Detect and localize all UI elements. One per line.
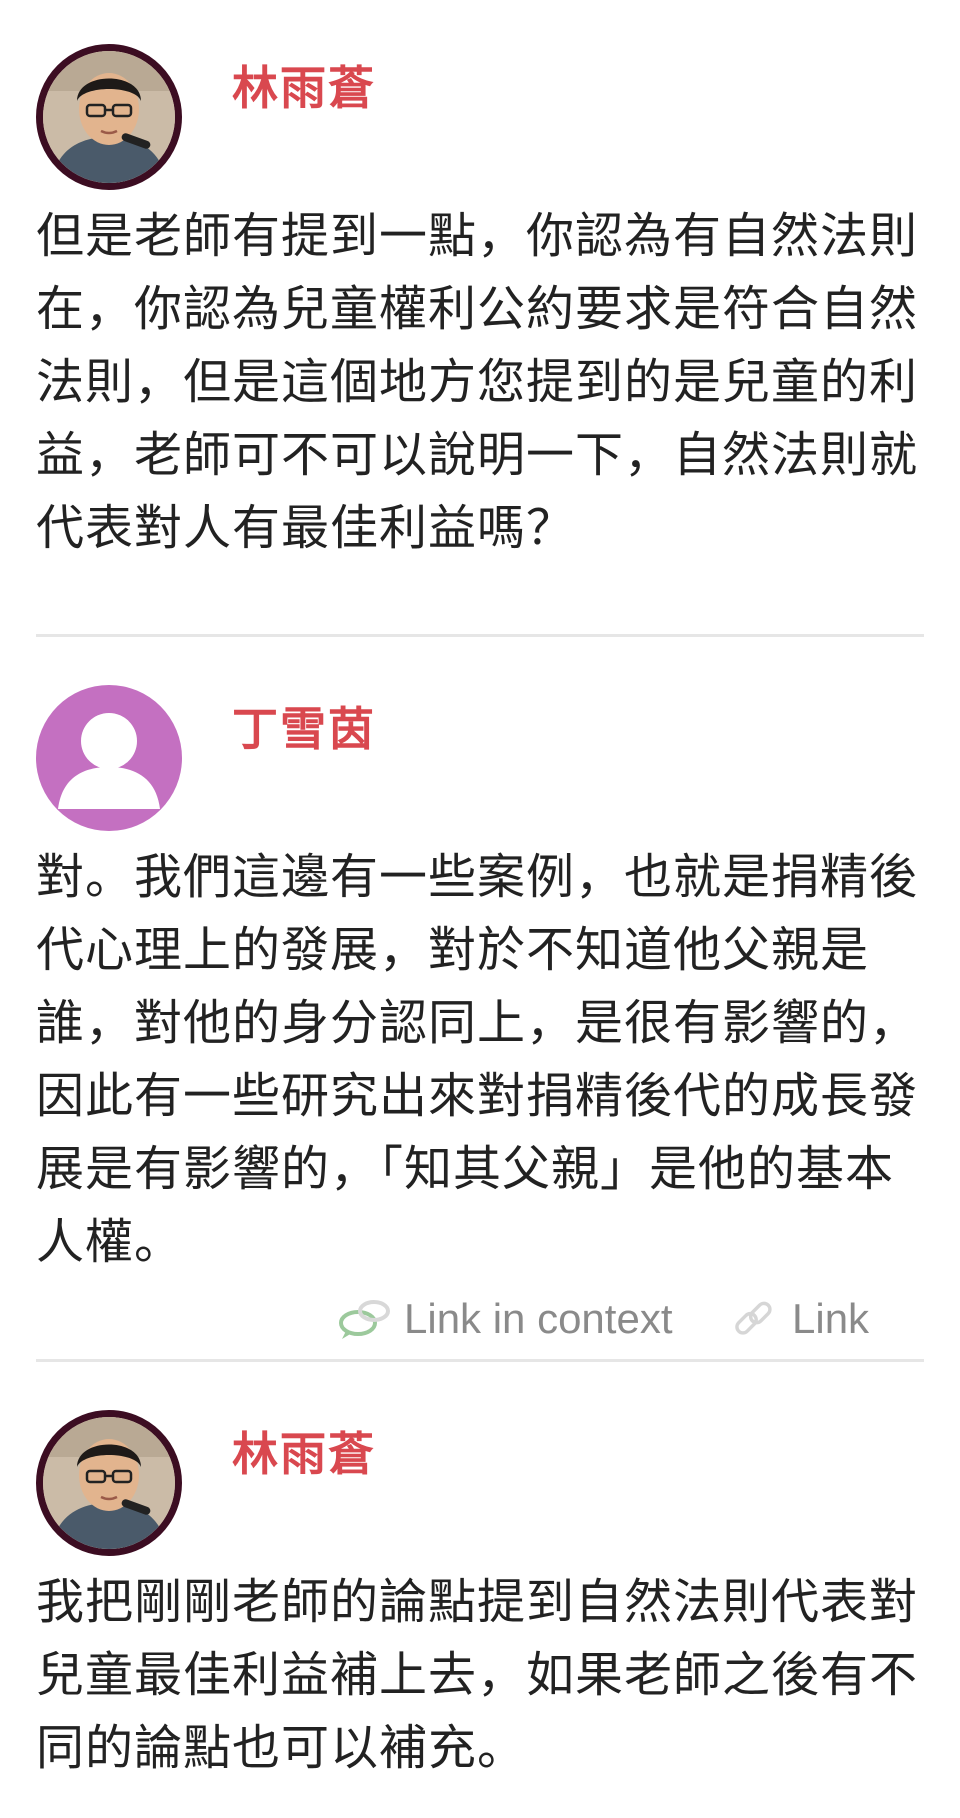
link-in-context-label: Link in context — [404, 1295, 673, 1342]
speech-feed: 林雨蒼 但是老師有提到一點，你認為有自然法則在，你認為兒童權利公約要求是符合自然… — [36, 0, 924, 1785]
person-photo-icon — [43, 51, 175, 183]
speaker-avatar[interactable] — [36, 1410, 182, 1556]
post-actions: Link in context Link — [36, 1287, 924, 1353]
post-header: 林雨蒼 — [36, 1410, 924, 1556]
speaker-avatar[interactable] — [36, 685, 182, 831]
default-user-icon — [58, 713, 160, 809]
link-in-context-button[interactable]: Link in context — [336, 1295, 673, 1343]
speaker-name[interactable]: 林雨蒼 — [232, 52, 376, 118]
speaker-name[interactable]: 丁雪茵 — [232, 693, 376, 759]
speech-post: 林雨蒼 我把剛剛老師的論點提到自然法則代表對兒童最佳利益補上去，如果老師之後有不… — [36, 1362, 924, 1785]
post-header: 丁雪茵 — [36, 685, 924, 831]
post-header: 林雨蒼 — [36, 44, 924, 190]
speech-text: 對。我們這邊有一些案例，也就是捐精後代心理上的發展，對於不知道他父親是誰，對他的… — [36, 849, 919, 1270]
speech-post: 丁雪茵 對。我們這邊有一些案例，也就是捐精後代心理上的發展，對於不知道他父親是誰… — [36, 637, 924, 1353]
speech-text: 我把剛剛老師的論點提到自然法則代表對兒童最佳利益補上去，如果老師之後有不同的論點… — [36, 1574, 919, 1776]
speaker-avatar[interactable] — [36, 44, 182, 190]
person-photo-icon — [43, 1417, 175, 1549]
speaker-name[interactable]: 林雨蒼 — [232, 1418, 376, 1484]
speech-post: 林雨蒼 但是老師有提到一點，你認為有自然法則在，你認為兒童權利公約要求是符合自然… — [36, 0, 924, 565]
speech-text: 但是老師有提到一點，你認為有自然法則在，你認為兒童權利公約要求是符合自然法則，但… — [36, 208, 919, 556]
link-label: Link — [792, 1295, 870, 1342]
speech-bubble-icon — [339, 1300, 390, 1339]
link-button[interactable]: Link — [732, 1295, 869, 1343]
chain-link-icon — [735, 1301, 772, 1335]
